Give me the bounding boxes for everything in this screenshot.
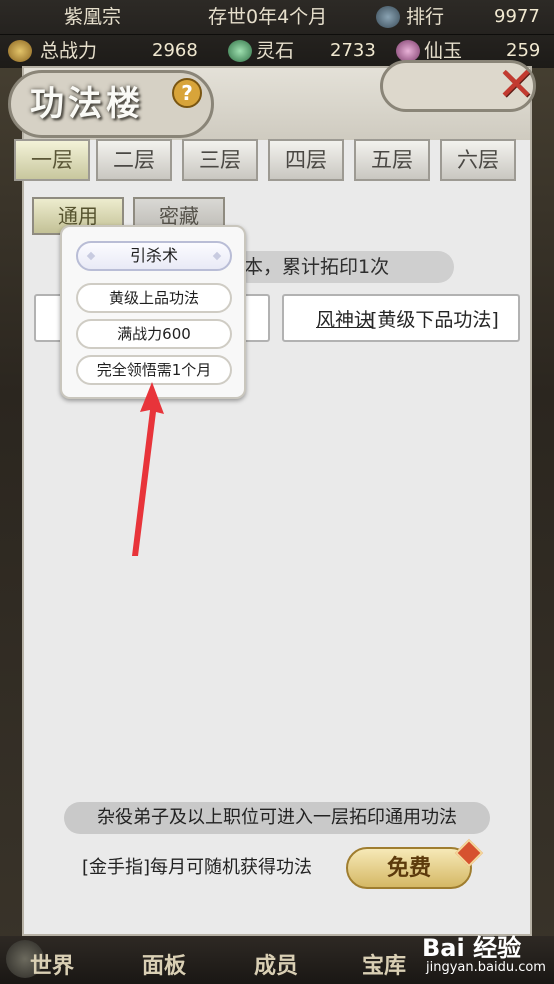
help-icon[interactable]: ? [172,78,202,108]
diamond-icon [86,251,96,261]
spirit-stone-value: 2733 [330,40,376,61]
combat-icon [8,40,32,62]
immortal-jade-icon [396,40,420,62]
copy-count-text: 本，累计拓印1次 [244,256,390,278]
free-button[interactable]: 免费 [346,847,472,889]
requirement-banner: 杂役弟子及以上职位可进入一层拓印通用功法 [64,802,490,834]
rank-label[interactable]: 排行 [406,0,444,34]
tab-floor-3[interactable]: 三层 [182,139,258,181]
combat-label: 总战力 [40,40,98,62]
tooltip-skill-name-text: 引杀术 [129,246,178,265]
requirement-text: 杂役弟子及以上职位可进入一层拓印通用功法 [97,807,457,828]
sect-name[interactable]: 紫凰宗 [64,0,121,34]
tooltip-combat-power: 满战力600 [76,319,232,349]
arrow-shape [132,382,164,556]
tab-floor-2[interactable]: 二层 [96,139,172,181]
world-time: 存世0年4个月 [208,6,328,28]
tab-floor-6[interactable]: 六层 [440,139,516,181]
nav-world[interactable]: 世界 [30,948,74,980]
skill-name-link[interactable]: 风神诀 [316,305,373,332]
rank-icon [376,6,400,28]
close-icon[interactable]: ✕ [494,61,538,107]
golden-finger-text: [金手指]每月可随机获得功法 [82,857,313,878]
watermark-url: jingyan.baidu.com [426,960,546,975]
combat-value: 2968 [152,40,198,61]
nav-panel[interactable]: 面板 [142,948,186,980]
nav-treasury[interactable]: 宝库 [362,948,406,980]
skill-grade: [黄级下品功法] [370,309,499,331]
diamond-icon [212,251,222,261]
tab-floor-5[interactable]: 五层 [354,139,430,181]
nav-members[interactable]: 成员 [254,948,298,980]
spirit-stone-icon [228,40,252,62]
skill-tooltip: 引杀术 黄级上品功法 满战力600 完全领悟需1个月 [60,225,246,399]
tooltip-skill-name: 引杀术 [76,241,232,271]
watermark-logo: Bai 经验 [422,934,522,962]
baidu-watermark: Bai 经验 jingyan.baidu.com [422,928,550,980]
copy-count-banner: 本，累计拓印1次 [232,251,454,283]
tab-floor-1[interactable]: 一层 [14,139,90,181]
page-title: 功法楼 [30,84,144,124]
status-row-1: 紫凰宗 存世0年4个月 排行 9977 [0,0,554,35]
top-status-bar: 紫凰宗 存世0年4个月 排行 9977 总战力 2968 灵石 2733 仙玉 … [0,0,554,68]
rank-value: 9977 [494,6,540,27]
red-arrow-annotation [132,382,164,556]
tab-floor-4[interactable]: 四层 [268,139,344,181]
tooltip-grade: 黄级上品功法 [76,283,232,313]
spirit-stone-label: 灵石 [256,40,295,62]
